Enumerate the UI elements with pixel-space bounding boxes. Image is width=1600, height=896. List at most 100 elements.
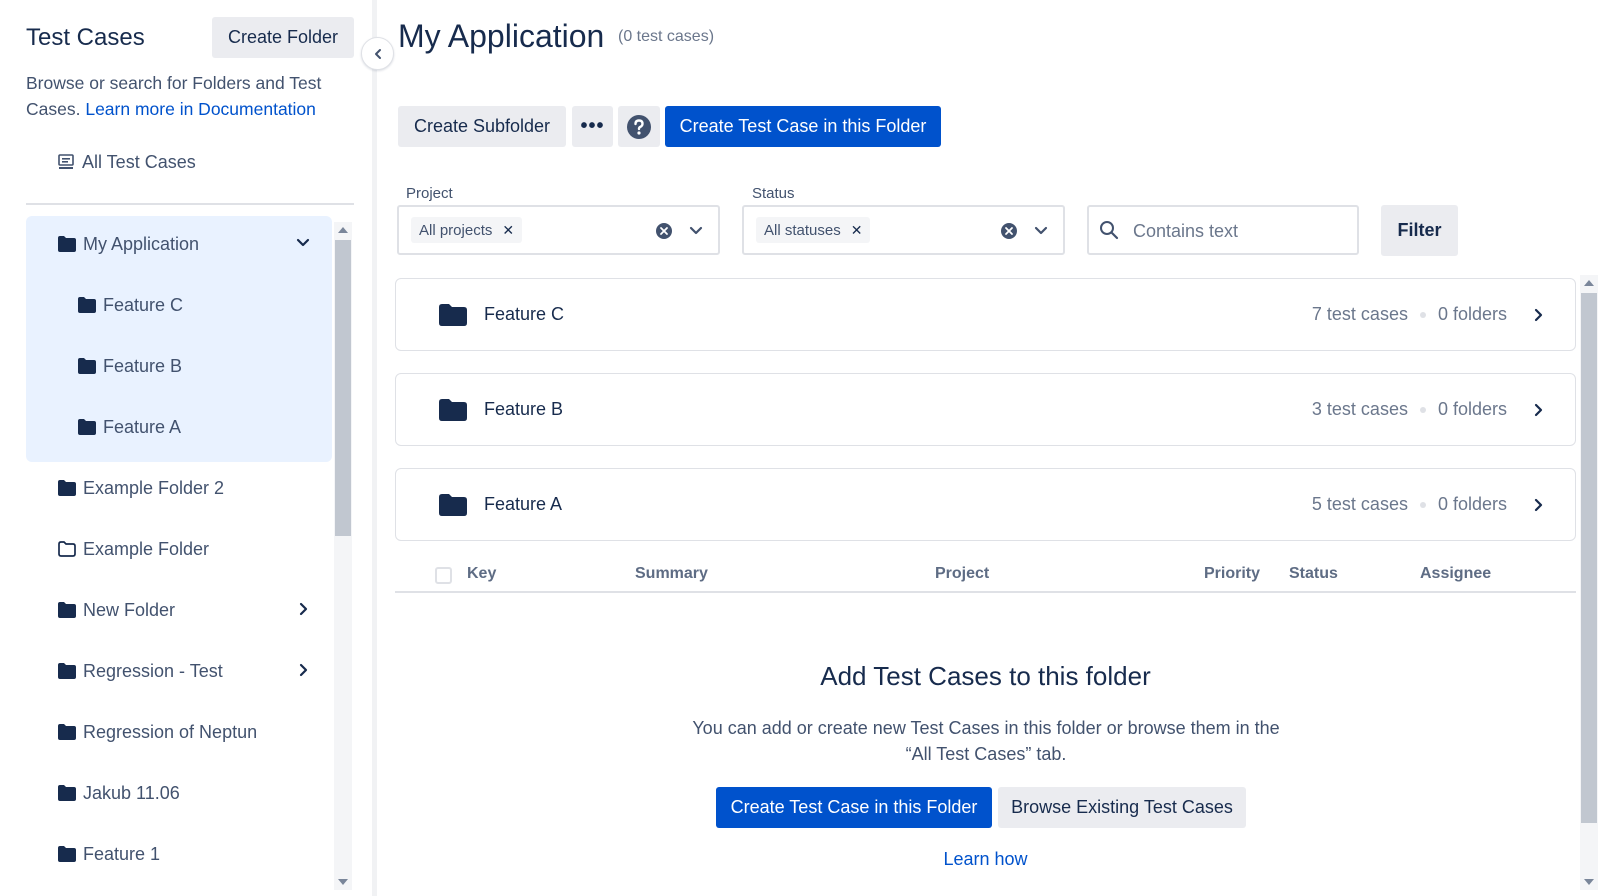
tree-item-label: Feature 1 xyxy=(83,843,161,864)
folder-icon xyxy=(58,724,76,740)
remove-chip-icon[interactable]: ✕ xyxy=(502,222,514,239)
main-scrollbar[interactable] xyxy=(1580,275,1598,890)
question-circle-icon xyxy=(627,114,651,139)
tree-item-label: My Application xyxy=(83,233,200,254)
sidebar-divider xyxy=(26,203,354,205)
learn-how-link[interactable]: Learn how xyxy=(395,849,1576,870)
table-header: Key Summary Project Priority Status Assi… xyxy=(395,557,1576,593)
tree-item-jakub[interactable]: Jakub 11.06 xyxy=(26,777,332,809)
tree-item-feature-1[interactable]: Feature 1 xyxy=(26,838,332,870)
sidebar-description: Browse or search for Folders and Test Ca… xyxy=(26,70,346,122)
separator-dot xyxy=(1419,311,1426,318)
search-icon xyxy=(1100,221,1119,240)
chevron-right-icon xyxy=(1534,498,1543,512)
help-button[interactable] xyxy=(618,106,660,147)
create-folder-button[interactable]: Create Folder xyxy=(212,17,354,58)
tree-item-feature-b[interactable]: Feature B xyxy=(26,350,332,382)
project-select[interactable]: All projects ✕ xyxy=(397,205,720,255)
folder-name: Feature A xyxy=(484,494,563,514)
collapse-sidebar-button[interactable] xyxy=(361,37,394,70)
scroll-up-arrow-icon[interactable] xyxy=(1584,280,1594,286)
folder-icon xyxy=(58,602,76,618)
panel-splitter[interactable] xyxy=(372,0,377,896)
empty-create-test-case-button[interactable]: Create Test Case in this Folder xyxy=(716,787,992,828)
tree-item-label: Feature C xyxy=(103,294,184,315)
folder-icon xyxy=(78,358,96,374)
tree-item-label: Jakub 11.06 xyxy=(83,782,180,803)
folder-icon xyxy=(58,480,76,496)
column-priority[interactable]: Priority xyxy=(1204,565,1260,583)
clear-icon[interactable] xyxy=(1000,222,1018,240)
chevron-right-icon[interactable] xyxy=(296,663,310,677)
tree-item-feature-c[interactable]: Feature C xyxy=(26,289,332,321)
scrollbar-thumb[interactable] xyxy=(335,240,351,536)
chevron-right-icon xyxy=(1534,308,1543,322)
folder-meta: 3 test cases 0 folders xyxy=(1312,399,1507,420)
folder-count: 0 folders xyxy=(1437,399,1507,419)
column-assignee[interactable]: Assignee xyxy=(1420,565,1491,583)
filter-button[interactable]: Filter xyxy=(1381,205,1458,256)
chevron-right-icon xyxy=(1534,403,1543,417)
folder-meta: 7 test cases 0 folders xyxy=(1312,304,1507,325)
search-input[interactable] xyxy=(1133,219,1333,243)
test-case-count: (0 test cases) xyxy=(618,28,715,45)
create-test-case-button[interactable]: Create Test Case in this Folder xyxy=(665,106,941,147)
status-chip-label: All statuses xyxy=(764,221,841,239)
tree-item-regression-of-neptun[interactable]: Regression of Neptun xyxy=(26,716,332,748)
browse-existing-button[interactable]: Browse Existing Test Cases xyxy=(998,787,1246,828)
chevron-down-icon[interactable] xyxy=(1034,224,1048,238)
chevron-down-icon[interactable] xyxy=(296,236,310,250)
empty-state-description: You can add or create new Test Cases in … xyxy=(692,718,1280,764)
tree-item-example-folder[interactable]: Example Folder xyxy=(26,533,332,565)
scroll-down-arrow-icon[interactable] xyxy=(338,879,348,885)
folder-icon xyxy=(58,663,76,679)
column-key[interactable]: Key xyxy=(467,565,496,583)
tree-item-my-application[interactable]: My Application xyxy=(26,228,332,260)
folder-card-feature-c[interactable]: Feature C 7 test cases 0 folders xyxy=(395,278,1576,351)
all-test-cases-item[interactable]: All Test Cases xyxy=(58,148,196,176)
sidebar-scrollbar[interactable] xyxy=(334,222,352,890)
scrollbar-thumb[interactable] xyxy=(1581,293,1597,823)
chevron-right-icon[interactable] xyxy=(296,602,310,616)
folder-name: Feature C xyxy=(484,304,565,324)
tree-item-label: Regression of Neptun xyxy=(83,721,258,742)
folder-card-feature-b[interactable]: Feature B 3 test cases 0 folders xyxy=(395,373,1576,446)
scroll-down-arrow-icon[interactable] xyxy=(1584,879,1594,885)
tree-item-feature-a[interactable]: Feature A xyxy=(26,411,332,443)
folder-name: Feature B xyxy=(484,399,564,419)
more-actions-button[interactable]: ••• xyxy=(572,106,613,147)
remove-chip-icon[interactable]: ✕ xyxy=(851,222,863,239)
project-chip: All projects ✕ xyxy=(411,217,523,243)
separator-dot xyxy=(1419,406,1426,413)
column-project[interactable]: Project xyxy=(935,565,989,583)
search-field[interactable] xyxy=(1087,205,1359,255)
select-all-checkbox[interactable] xyxy=(435,567,452,584)
column-summary[interactable]: Summary xyxy=(635,565,708,583)
column-status[interactable]: Status xyxy=(1289,565,1338,583)
tree-item-example-folder-2[interactable]: Example Folder 2 xyxy=(26,472,332,504)
folder-icon xyxy=(439,494,467,516)
project-chip-label: All projects xyxy=(419,221,493,239)
sidebar: Test Cases Create Folder Browse or searc… xyxy=(0,0,368,896)
scroll-up-arrow-icon[interactable] xyxy=(338,227,348,233)
folder-card-feature-a[interactable]: Feature A 5 test cases 0 folders xyxy=(395,468,1576,541)
clear-icon[interactable] xyxy=(655,222,673,240)
project-filter-label: Project xyxy=(406,185,453,202)
status-select[interactable]: All statuses ✕ xyxy=(742,205,1065,255)
tree-item-label: Regression - Test xyxy=(83,660,223,681)
chevron-down-icon[interactable] xyxy=(689,224,703,238)
sidebar-title: Test Cases xyxy=(26,24,145,51)
folder-count: 0 folders xyxy=(1437,304,1507,324)
tree-item-label: Example Folder 2 xyxy=(83,477,225,498)
tree-item-new-folder[interactable]: New Folder xyxy=(26,594,332,626)
folder-icon xyxy=(439,399,467,421)
page-title: My Application xyxy=(398,18,605,54)
create-subfolder-button[interactable]: Create Subfolder xyxy=(398,106,566,147)
folder-outline-icon xyxy=(58,541,76,557)
tree-item-regression-test[interactable]: Regression - Test xyxy=(26,655,332,687)
documentation-link[interactable]: Learn more in Documentation xyxy=(85,99,316,119)
folder-icon xyxy=(58,236,76,252)
tree-item-label: Example Folder xyxy=(83,538,210,559)
folder-tree: My Application Feature C Feature B Featu… xyxy=(26,216,332,896)
folder-icon xyxy=(58,846,76,862)
